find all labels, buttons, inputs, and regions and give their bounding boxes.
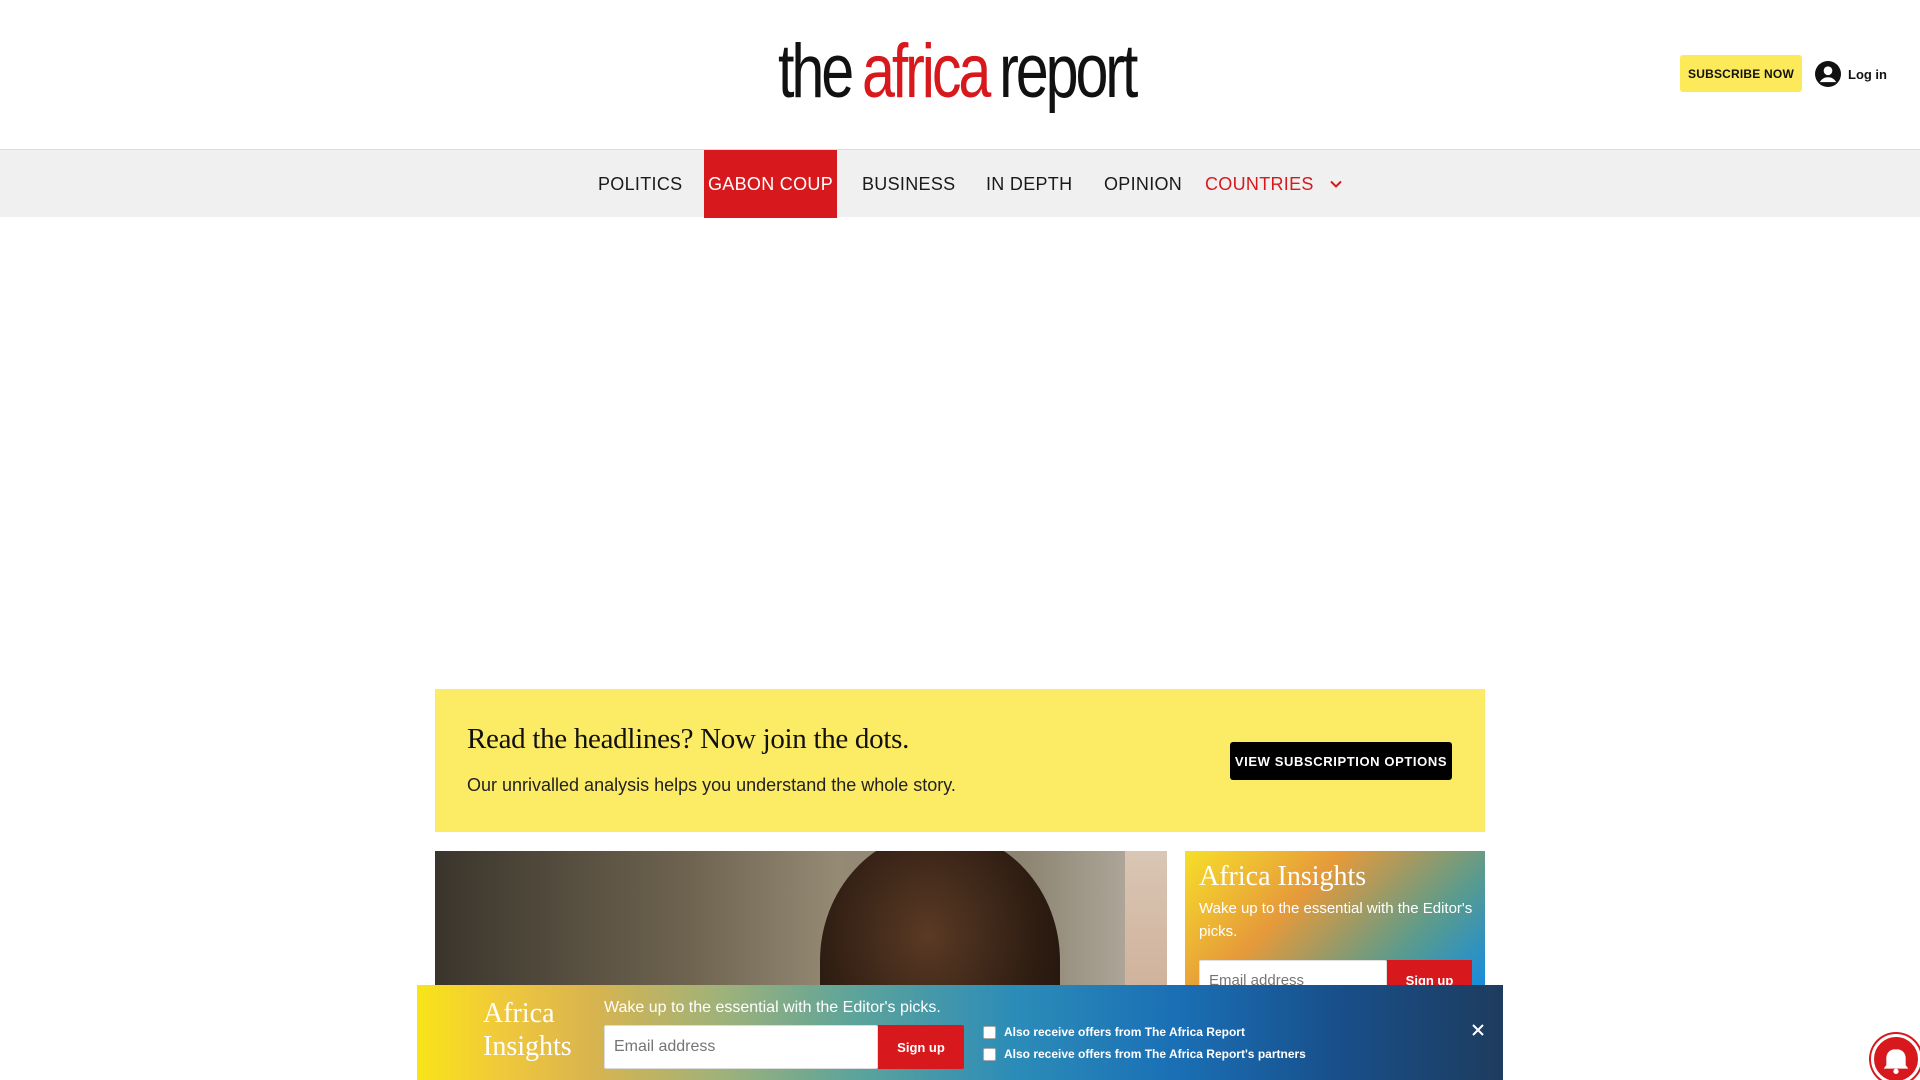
logo-word-africa: africa bbox=[861, 29, 991, 114]
sticky-sign-up-button[interactable]: Sign up bbox=[878, 1025, 964, 1069]
sticky-newsletter-title: Africa Insights bbox=[483, 998, 572, 1062]
offers-checkbox[interactable] bbox=[983, 1025, 996, 1039]
sidebar-newsletter-title: Africa Insights bbox=[1199, 861, 1367, 892]
sticky-newsletter-description: Wake up to the essential with the Editor… bbox=[604, 999, 941, 1016]
nav-item-in-depth[interactable]: IN DEPTH bbox=[986, 150, 1072, 218]
view-subscription-options-button[interactable]: VIEW SUBSCRIPTION OPTIONS bbox=[1230, 742, 1452, 780]
main-nav: POLITICS GABON COUP BUSINESS IN DEPTH OP… bbox=[0, 149, 1920, 218]
login-label: Log in bbox=[1848, 66, 1887, 82]
bell-icon bbox=[1883, 1049, 1909, 1074]
offers-checkbox-label: Also receive offers from The Africa Repo… bbox=[1004, 1025, 1245, 1039]
nav-item-gabon-coup[interactable]: GABON COUP bbox=[704, 150, 837, 218]
sidebar-newsletter-description: Wake up to the essential with the Editor… bbox=[1199, 900, 1473, 940]
notification-bell-button[interactable] bbox=[1871, 1034, 1920, 1080]
login-link[interactable]: Log in bbox=[1815, 60, 1887, 88]
logo-word-the: the bbox=[778, 29, 854, 114]
partner-offers-checkbox[interactable] bbox=[983, 1047, 996, 1061]
nav-item-countries[interactable]: COUNTRIES bbox=[1205, 150, 1343, 218]
site-header: the africa report SUBSCRIBE NOW Log in bbox=[0, 0, 1920, 149]
chevron-down-icon bbox=[1330, 180, 1342, 188]
partner-offers-checkbox-label: Also receive offers from The Africa Repo… bbox=[1004, 1047, 1306, 1061]
nav-item-business[interactable]: BUSINESS bbox=[862, 150, 955, 218]
promo-subtitle: Our unrivalled analysis helps you unders… bbox=[467, 775, 956, 795]
user-circle-icon bbox=[1815, 61, 1841, 87]
offers-checkbox-row[interactable]: Also receive offers from The Africa Repo… bbox=[983, 1025, 1245, 1039]
nav-countries-label: COUNTRIES bbox=[1205, 174, 1314, 194]
close-icon[interactable] bbox=[1469, 1021, 1487, 1039]
nav-item-politics[interactable]: POLITICS bbox=[598, 150, 682, 218]
nav-item-opinion[interactable]: OPINION bbox=[1104, 150, 1182, 218]
site-logo[interactable]: the africa report bbox=[778, 29, 1138, 114]
subscribe-now-button[interactable]: SUBSCRIBE NOW bbox=[1680, 55, 1802, 92]
promo-title: Read the headlines? Now join the dots. bbox=[467, 723, 910, 755]
subscription-promo-banner: Read the headlines? Now join the dots. O… bbox=[435, 689, 1485, 832]
logo-word-report: report bbox=[999, 29, 1138, 114]
partner-offers-checkbox-row[interactable]: Also receive offers from The Africa Repo… bbox=[983, 1047, 1306, 1061]
sticky-email-input[interactable] bbox=[604, 1025, 878, 1069]
sticky-newsletter-bar: Africa Insights Wake up to the essential… bbox=[417, 985, 1503, 1080]
